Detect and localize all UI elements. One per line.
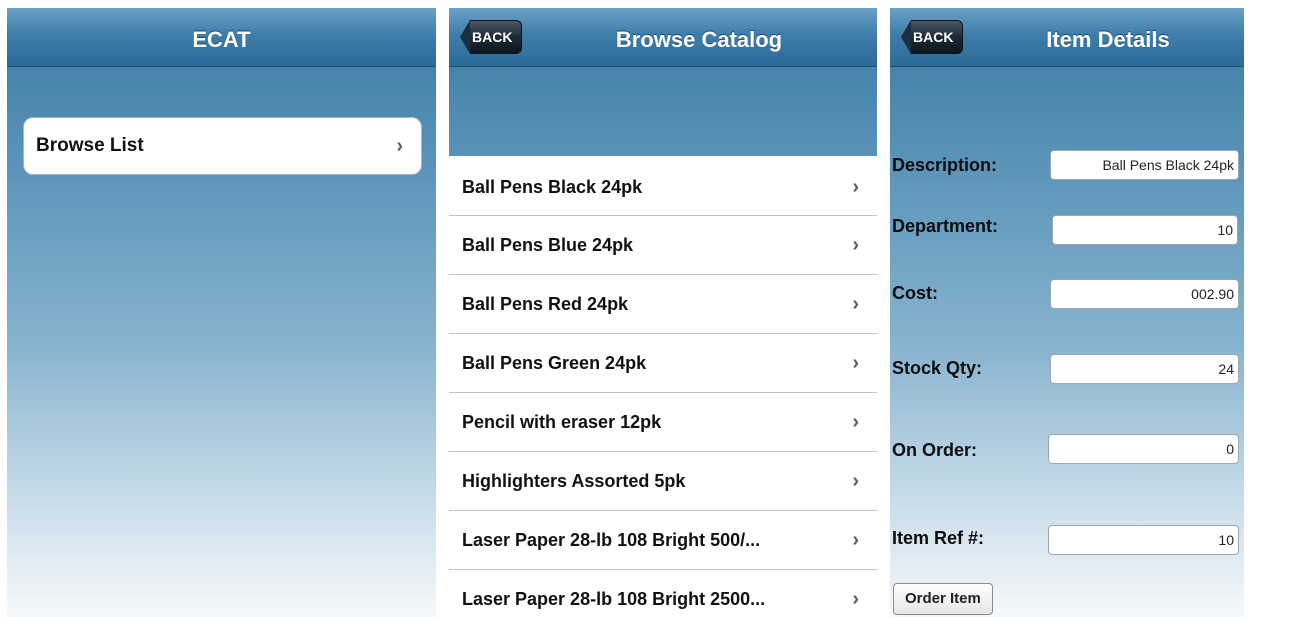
catalog-header: BACK Browse Catalog bbox=[449, 8, 877, 67]
chevron-right-icon: › bbox=[852, 529, 859, 551]
chevron-right-icon: › bbox=[396, 135, 403, 157]
details-screen: BACK Item Details Description: Departmen… bbox=[890, 8, 1244, 617]
chevron-right-icon: › bbox=[852, 470, 859, 492]
on-order-field[interactable] bbox=[1048, 434, 1239, 464]
list-item-label: Laser Paper 28-lb 108 Bright 2500... bbox=[462, 589, 766, 609]
catalog-title: Browse Catalog bbox=[615, 27, 783, 52]
home-title: ECAT bbox=[192, 27, 251, 52]
stock-qty-field[interactable] bbox=[1050, 354, 1239, 384]
chevron-right-icon: › bbox=[852, 411, 859, 433]
cost-label: Cost: bbox=[892, 283, 938, 303]
details-header: BACK Item Details bbox=[890, 8, 1244, 67]
description-label: Description: bbox=[892, 155, 998, 175]
cost-field[interactable] bbox=[1050, 279, 1239, 309]
browse-list-label: Browse List bbox=[36, 135, 144, 156]
details-title: Item Details bbox=[1046, 27, 1170, 52]
catalog-list: Ball Pens Black 24pk › Ball Pens Blue 24… bbox=[449, 156, 877, 617]
back-button-label: BACK bbox=[911, 20, 964, 54]
list-item-label: Ball Pens Blue 24pk bbox=[462, 235, 634, 255]
list-item[interactable]: Pencil with eraser 12pk › bbox=[449, 393, 877, 452]
on-order-label: On Order: bbox=[892, 440, 978, 460]
browse-list-item[interactable]: Browse List › bbox=[23, 117, 422, 175]
chevron-right-icon: › bbox=[852, 588, 859, 610]
home-header: ECAT bbox=[7, 8, 436, 67]
list-item-label: Pencil with eraser 12pk bbox=[462, 412, 662, 432]
list-item-label: Ball Pens Green 24pk bbox=[462, 353, 647, 373]
item-ref-label: Item Ref #: bbox=[892, 528, 985, 548]
stock-qty-label: Stock Qty: bbox=[892, 358, 983, 378]
chevron-right-icon: › bbox=[852, 293, 859, 315]
list-item-label: Laser Paper 28-lb 108 Bright 500/... bbox=[462, 530, 761, 550]
list-item[interactable]: Ball Pens Blue 24pk › bbox=[449, 216, 877, 275]
back-button[interactable]: BACK bbox=[460, 20, 523, 54]
back-arrow-icon bbox=[460, 20, 470, 54]
list-item[interactable]: Ball Pens Black 24pk › bbox=[449, 156, 877, 216]
chevron-right-icon: › bbox=[852, 352, 859, 374]
home-screen: ECAT Browse List › bbox=[7, 8, 436, 617]
list-item-label: Highlighters Assorted 5pk bbox=[462, 471, 686, 491]
back-arrow-icon bbox=[901, 20, 911, 54]
chevron-right-icon: › bbox=[852, 234, 859, 256]
department-field[interactable] bbox=[1052, 215, 1238, 245]
chevron-right-icon: › bbox=[852, 176, 859, 198]
department-label: Department: bbox=[892, 216, 999, 236]
list-item[interactable]: Laser Paper 28-lb 108 Bright 500/... › bbox=[449, 511, 877, 570]
list-item-label: Ball Pens Black 24pk bbox=[462, 177, 643, 197]
description-field[interactable] bbox=[1050, 150, 1239, 180]
list-item[interactable]: Ball Pens Red 24pk › bbox=[449, 275, 877, 334]
catalog-screen: BACK Browse Catalog Ball Pens Black 24pk… bbox=[449, 8, 877, 617]
list-item[interactable]: Highlighters Assorted 5pk › bbox=[449, 452, 877, 511]
list-item-label: Ball Pens Red 24pk bbox=[462, 294, 629, 314]
back-button-label: BACK bbox=[470, 20, 523, 54]
list-item[interactable]: Laser Paper 28-lb 108 Bright 2500... › bbox=[449, 570, 877, 617]
order-item-button[interactable]: Order Item bbox=[893, 583, 993, 615]
back-button[interactable]: BACK bbox=[901, 20, 964, 54]
list-item[interactable]: Ball Pens Green 24pk › bbox=[449, 334, 877, 393]
item-ref-field[interactable] bbox=[1048, 525, 1239, 555]
